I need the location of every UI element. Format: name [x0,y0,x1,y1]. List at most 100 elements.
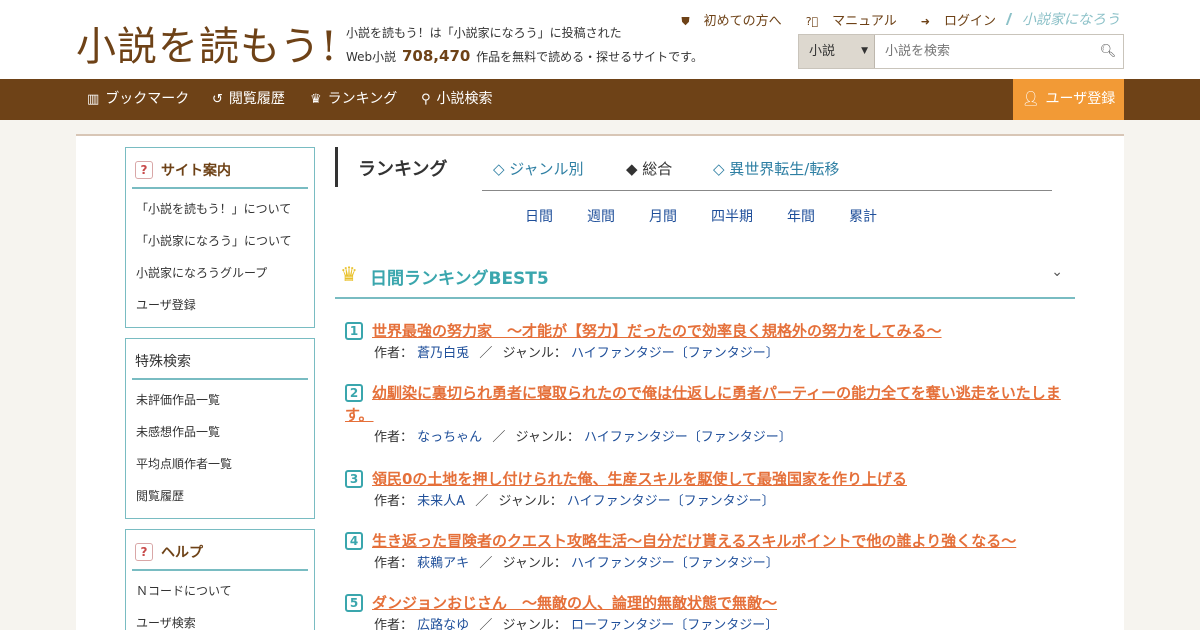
rank-number: 2 [345,384,363,402]
genre-label: ジャンル： [515,430,580,445]
tab-isekai[interactable]: ◇ 異世界転生/転移 [713,158,839,179]
login-label: ログイン [943,13,996,29]
genre-link[interactable]: ローファンタジー〔ファンタジー〕 [571,618,778,630]
author-link[interactable]: 未来人A [417,494,465,509]
ranking-item: 2 幼馴染に裏切られ勇者に寝取られたので俺は仕返しに勇者パーティーの能力全てを奪… [345,382,1075,448]
best5-header[interactable]: ♛ 日間ランキングBEST5 ⌄ [335,256,1075,299]
nav-history[interactable]: ↺ 閲覧履歴 [212,79,285,120]
question-icon: ? [135,543,153,561]
meta-separator: ／ [492,430,506,445]
sidebar-item-about-yomou[interactable]: 「小説を読もう！」について [126,193,314,225]
tagline-line1: 小説を読もう！は「小説家になろう」に投稿された [346,26,622,40]
period-yearly[interactable]: 年間 [787,206,815,226]
site-guide-title: ? サイト案内 [132,154,308,189]
help-title: ? ヘルプ [132,536,308,571]
tagline-suffix: 作品を無料で読める・探せるサイトです。 [476,50,703,64]
first-time-label: 初めての方へ [703,13,782,29]
novel-meta: 作者： 広路なゆ ／ ジャンル： ローファンタジー〔ファンタジー〕 [345,616,1075,630]
ranking-title: ランキング [358,159,448,180]
ranking-item: 4 生き返った冒険者のクエスト攻略生活～自分だけ貰えるスキルポイントで他の誰より… [345,530,1075,574]
genre-label: ジャンル： [502,346,567,361]
meta-separator: ／ [479,346,493,361]
special-search-title: 特殊検索 [132,345,308,380]
sidebar-item-no-impressions[interactable]: 未感想作品一覧 [126,416,314,448]
crown-icon: ♛ [310,92,322,107]
sidebar-site-guide: ? サイト案内 「小説を読もう！」について 「小説家になろう」について 小説家にな… [125,147,315,328]
meta-separator: ／ [479,556,493,571]
nav-bookmark-label: ブックマーク [105,91,190,107]
meta-separator: ／ [479,618,493,630]
login-link[interactable]: ➜ ログイン [909,10,996,29]
genre-link[interactable]: ハイファンタジー〔ファンタジー〕 [571,346,779,361]
novel-title-link[interactable]: 世界最強の努力家 ～才能が【努力】だったので効率良く規格外の努力をしてみる～ [345,320,1075,342]
sidebar-item-average-authors[interactable]: 平均点順作者一覧 [126,448,314,480]
manual-label: マニュアル [832,13,897,29]
genre-link[interactable]: ハイファンタジー〔ファンタジー〕 [567,494,775,509]
sidebar-item-user-search[interactable]: ユーザ検索 [126,607,314,630]
sidebar-item-narou-group[interactable]: 小説家になろうグループ [126,257,314,289]
tagline-prefix: Web小説 [346,50,397,64]
sidebar-item-unrated[interactable]: 未評価作品一覧 [126,384,314,416]
search-category-select[interactable]: 小説 [799,35,875,68]
novel-title-link[interactable]: 領民0の土地を押し付けられた俺、生産スキルを駆使して最強国家を作り上げる [345,468,1075,490]
period-daily[interactable]: 日間 [525,206,553,226]
period-quarterly[interactable]: 四半期 [711,206,753,226]
first-time-link[interactable]: ⛊ 初めての方へ [669,10,781,29]
novel-count: 708,470 [402,47,471,65]
tagline-line2: Web小説 708,470 作品を無料で読める・探せるサイトです。 [346,47,703,65]
genre-link[interactable]: ハイファンタジー〔ファンタジー〕 [584,430,792,445]
author-link[interactable]: 広路なゆ [417,618,469,630]
period-weekly[interactable]: 週間 [587,206,615,226]
rank-number: 5 [345,594,363,612]
chevron-down-icon[interactable]: ⌄ [1051,264,1063,280]
shield-icon: ⛊ [681,14,690,28]
author-label: 作者： [374,346,414,361]
nav-bookmark[interactable]: ▥ ブックマーク [87,79,189,120]
history-icon: ↺ [212,92,223,107]
question-icon: ? [135,161,153,179]
nav-ranking[interactable]: ♛ ランキング [310,79,397,120]
author-link[interactable]: 蒼乃白兎 [417,346,469,361]
register-button[interactable]: 👤︎ ユーザ登録 [1013,79,1124,120]
sidebar-item-about-narou[interactable]: 「小説家になろう」について [126,225,314,257]
rank-number: 4 [345,532,363,550]
search-input[interactable] [875,35,1093,68]
sidebar-item-history[interactable]: 閲覧履歴 [126,480,314,512]
genre-label: ジャンル： [502,556,567,571]
novel-meta: 作者： なっちゃん ／ ジャンル： ハイファンタジー〔ファンタジー〕 [345,428,1075,448]
sidebar-help: ? ヘルプ Ｎコードについて ユーザ検索 [125,529,315,630]
period-cumulative[interactable]: 累計 [849,206,877,226]
period-monthly[interactable]: 月間 [649,206,677,226]
tab-genre[interactable]: ◇ ジャンル別 [493,158,584,179]
tab-overall[interactable]: ◆ 総合 [626,158,672,179]
ranking-item: 1 世界最強の努力家 ～才能が【努力】だったので効率良く規格外の努力をしてみる～… [345,320,1075,364]
register-label: ユーザ登録 [1045,91,1116,107]
manual-link[interactable]: ?⃝ マニュアル [794,10,897,29]
author-label: 作者： [374,430,414,445]
rank-number: 1 [345,322,363,340]
novel-meta: 作者： 蒼乃白兎 ／ ジャンル： ハイファンタジー〔ファンタジー〕 [345,344,1075,364]
sidebar-item-ncode[interactable]: Ｎコードについて [126,575,314,607]
tab-divider [482,190,1052,191]
header-links: ⛊ 初めての方へ ?⃝ マニュアル ➜ ログイン 小説家になろう [657,9,1120,29]
search-icon[interactable]: 🔍︎ [1093,35,1123,68]
sidebar-item-user-register[interactable]: ユーザ登録 [126,289,314,321]
nav-history-label: 閲覧履歴 [228,91,285,107]
ranking-title-bar [335,147,338,187]
novel-title-link[interactable]: ダンジョンおじさん ～無敵の人、論理的無敵状態で無敵～ [345,592,1075,614]
genre-label: ジャンル： [498,494,563,509]
meta-separator: ／ [475,494,489,509]
author-label: 作者： [374,618,414,630]
nav-ranking-label: ランキング [327,91,398,107]
author-link[interactable]: 萩鵜アキ [417,556,469,571]
novel-title-link[interactable]: 幼馴染に裏切られ勇者に寝取られたので俺は仕返しに勇者パーティーの能力全てを奪い逃… [345,382,1075,426]
author-link[interactable]: なっちゃん [417,430,482,445]
nav-search[interactable]: ⚲ 小説検索 [421,79,493,120]
novel-title-link[interactable]: 生き返った冒険者のクエスト攻略生活～自分だけ貰えるスキルポイントで他の誰より強く… [345,530,1075,552]
site-logo[interactable]: 小説を読もう! [76,14,338,72]
search-bar: 小説 🔍︎ [798,34,1124,69]
nav-search-label: 小説検索 [436,91,493,107]
login-icon: ➜ [920,14,930,28]
genre-link[interactable]: ハイファンタジー〔ファンタジー〕 [571,556,779,571]
narou-logo[interactable]: 小説家になろう [1008,9,1120,29]
